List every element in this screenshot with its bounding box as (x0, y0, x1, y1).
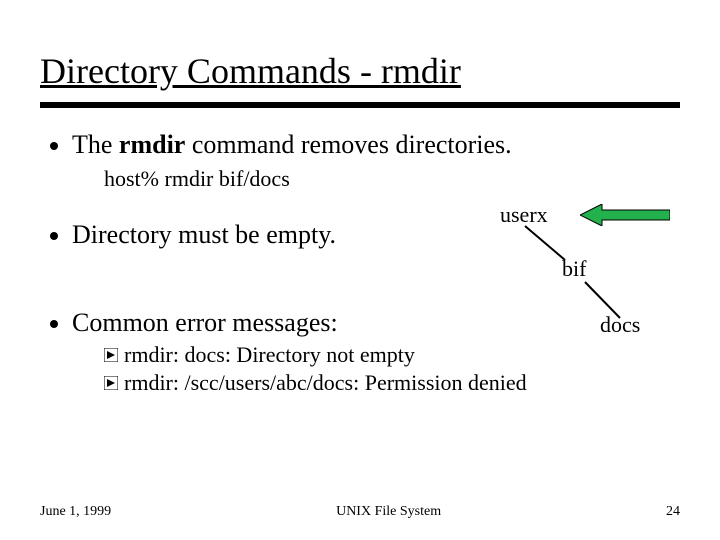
error-2-text: rmdir: /scc/users/abc/docs: Permission d… (124, 370, 527, 396)
footer-date: June 1, 1999 (40, 504, 111, 520)
slide-footer: June 1, 1999 UNIX File System 24 (40, 504, 680, 520)
command-example: host% rmdir bif/docs (104, 166, 680, 192)
title-rule (40, 102, 680, 108)
bullet-1-post: command removes directories. (185, 130, 511, 159)
bullet-dot-icon (50, 320, 58, 328)
bullet-2-text: Directory must be empty. (72, 220, 336, 250)
green-arrow-icon (580, 204, 670, 226)
bullet-dot-icon (50, 142, 58, 150)
arrow-right-icon (104, 376, 118, 390)
footer-page: 24 (666, 504, 680, 520)
bullet-dot-icon (50, 232, 58, 240)
slide-title: Directory Commands - rmdir (40, 50, 680, 92)
arrow-right-icon (104, 348, 118, 362)
error-item-2: rmdir: /scc/users/abc/docs: Permission d… (104, 370, 680, 396)
error-1-text: rmdir: docs: Directory not empty (124, 342, 415, 368)
bullet-3-text: Common error messages: (72, 308, 338, 338)
tree-node-userx: userx (500, 202, 548, 228)
bullet-1-bold: rmdir (119, 130, 185, 159)
tree-node-docs: docs (600, 312, 640, 338)
bullet-1-text: The rmdir command removes directories. (72, 130, 512, 160)
bullet-1-pre: The (72, 130, 119, 159)
slide: Directory Commands - rmdir The rmdir com… (0, 0, 720, 540)
tree-node-bif: bif (562, 256, 586, 282)
bullet-1: The rmdir command removes directories. (40, 130, 680, 160)
footer-center: UNIX File System (336, 504, 441, 520)
